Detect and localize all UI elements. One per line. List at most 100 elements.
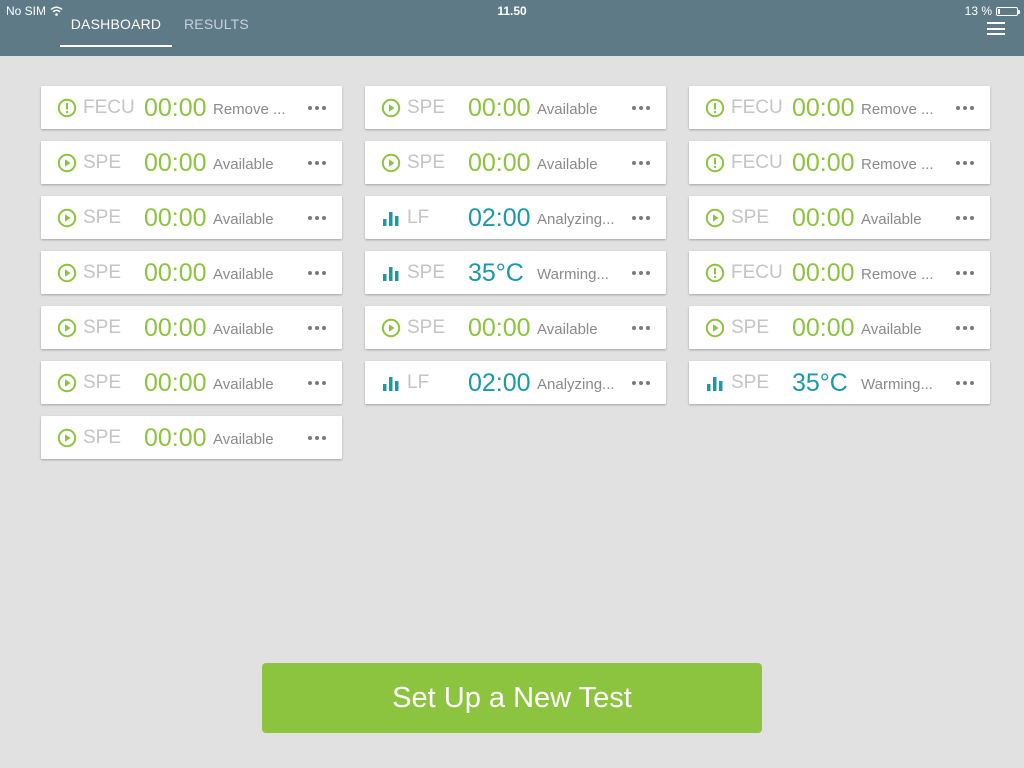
alert-icon: [705, 263, 725, 283]
alert-icon: [705, 153, 725, 173]
more-options-icon[interactable]: [953, 374, 977, 392]
bar-chart-icon: [705, 373, 725, 393]
test-timer: 00:00: [468, 94, 531, 122]
test-slot-card[interactable]: SPE 35°C Warming...: [689, 361, 990, 404]
play-icon: [381, 318, 401, 338]
test-status: Available: [861, 321, 922, 338]
more-options-icon[interactable]: [953, 264, 977, 282]
test-status: Available: [213, 321, 274, 338]
test-status: Available: [213, 211, 274, 228]
test-slot-card[interactable]: FECU 00:00 Remove ...: [689, 251, 990, 294]
play-icon: [57, 373, 77, 393]
test-type-label: SPE: [83, 372, 122, 393]
play-icon: [57, 208, 77, 228]
test-status: Warming...: [861, 376, 933, 393]
play-icon: [57, 428, 77, 448]
test-status: Remove ...: [861, 266, 934, 283]
test-status: Available: [537, 321, 598, 338]
test-type-label: SPE: [407, 97, 446, 118]
test-timer: 02:00: [468, 204, 531, 232]
more-options-icon[interactable]: [629, 374, 653, 392]
test-status: Available: [861, 211, 922, 228]
tab-results[interactable]: RESULTS: [184, 16, 249, 32]
test-type-label: SPE: [83, 207, 122, 228]
play-icon: [57, 153, 77, 173]
test-timer: 00:00: [144, 259, 207, 287]
app-header: No SIM 11.50 13 % DASHBOARD RESULTS: [0, 0, 1024, 56]
test-type-label: SPE: [407, 317, 446, 338]
set-up-new-test-button[interactable]: Set Up a New Test: [262, 663, 762, 733]
test-timer: 35°C: [468, 259, 524, 287]
alert-icon: [57, 98, 77, 118]
test-status: Available: [213, 376, 274, 393]
more-options-icon[interactable]: [953, 99, 977, 117]
test-timer: 00:00: [144, 369, 207, 397]
test-slot-card[interactable]: SPE 35°C Warming...: [365, 251, 666, 294]
test-slot-card[interactable]: SPE 00:00 Available: [365, 141, 666, 184]
test-timer: 00:00: [792, 314, 855, 342]
play-icon: [381, 98, 401, 118]
test-slot-card[interactable]: SPE 00:00 Available: [41, 196, 342, 239]
test-status: Remove ...: [861, 101, 934, 118]
test-status: Available: [537, 101, 598, 118]
test-timer: 00:00: [792, 149, 855, 177]
more-options-icon[interactable]: [953, 154, 977, 172]
battery-icon: [996, 6, 1020, 16]
test-status: Available: [537, 156, 598, 173]
test-slot-card[interactable]: FECU 00:00 Remove ...: [689, 141, 990, 184]
more-options-icon[interactable]: [305, 264, 329, 282]
test-type-label: SPE: [83, 427, 122, 448]
more-options-icon[interactable]: [305, 209, 329, 227]
test-type-label: FECU: [731, 262, 783, 283]
test-timer: 00:00: [144, 204, 207, 232]
more-options-icon[interactable]: [305, 154, 329, 172]
test-status: Remove ...: [213, 101, 286, 118]
test-type-label: FECU: [83, 97, 135, 118]
test-timer: 02:00: [468, 369, 531, 397]
test-type-label: LF: [407, 207, 430, 228]
battery-label: 13 %: [964, 4, 992, 18]
test-slot-card[interactable]: FECU 00:00 Remove ...: [41, 86, 342, 129]
test-slot-card[interactable]: SPE 00:00 Available: [41, 416, 342, 459]
bar-chart-icon: [381, 373, 401, 393]
test-slot-card[interactable]: LF 02:00 Analyzing...: [365, 361, 666, 404]
test-timer: 00:00: [144, 314, 207, 342]
test-status: Available: [213, 156, 274, 173]
test-slot-card[interactable]: SPE 00:00 Available: [41, 141, 342, 184]
more-options-icon[interactable]: [953, 319, 977, 337]
test-slot-card[interactable]: SPE 00:00 Available: [365, 86, 666, 129]
more-options-icon[interactable]: [305, 374, 329, 392]
more-options-icon[interactable]: [629, 209, 653, 227]
test-slot-card[interactable]: SPE 00:00 Available: [41, 251, 342, 294]
play-icon: [705, 208, 725, 228]
bar-chart-icon: [381, 208, 401, 228]
test-timer: 00:00: [792, 204, 855, 232]
test-type-label: SPE: [407, 152, 446, 173]
test-slot-card[interactable]: FECU 00:00 Remove ...: [689, 86, 990, 129]
more-options-icon[interactable]: [629, 99, 653, 117]
test-type-label: SPE: [83, 262, 122, 283]
hamburger-menu-icon[interactable]: [987, 22, 1005, 35]
test-status: Analyzing...: [537, 376, 615, 393]
test-type-label: SPE: [83, 152, 122, 173]
test-timer: 00:00: [792, 94, 855, 122]
test-slot-card[interactable]: SPE 00:00 Available: [41, 306, 342, 349]
more-options-icon[interactable]: [953, 209, 977, 227]
more-options-icon[interactable]: [629, 264, 653, 282]
test-slot-card[interactable]: SPE 00:00 Available: [689, 196, 990, 239]
test-timer: 00:00: [468, 314, 531, 342]
test-type-label: SPE: [731, 372, 770, 393]
status-battery: 13 %: [964, 4, 1020, 18]
test-slot-card[interactable]: SPE 00:00 Available: [41, 361, 342, 404]
more-options-icon[interactable]: [305, 99, 329, 117]
tab-dashboard[interactable]: DASHBOARD: [60, 16, 172, 47]
more-options-icon[interactable]: [629, 154, 653, 172]
test-timer: 00:00: [144, 424, 207, 452]
test-slot-card[interactable]: SPE 00:00 Available: [365, 306, 666, 349]
test-slot-card[interactable]: LF 02:00 Analyzing...: [365, 196, 666, 239]
more-options-icon[interactable]: [305, 319, 329, 337]
test-slot-card[interactable]: SPE 00:00 Available: [689, 306, 990, 349]
more-options-icon[interactable]: [629, 319, 653, 337]
test-type-label: FECU: [731, 152, 783, 173]
more-options-icon[interactable]: [305, 429, 329, 447]
